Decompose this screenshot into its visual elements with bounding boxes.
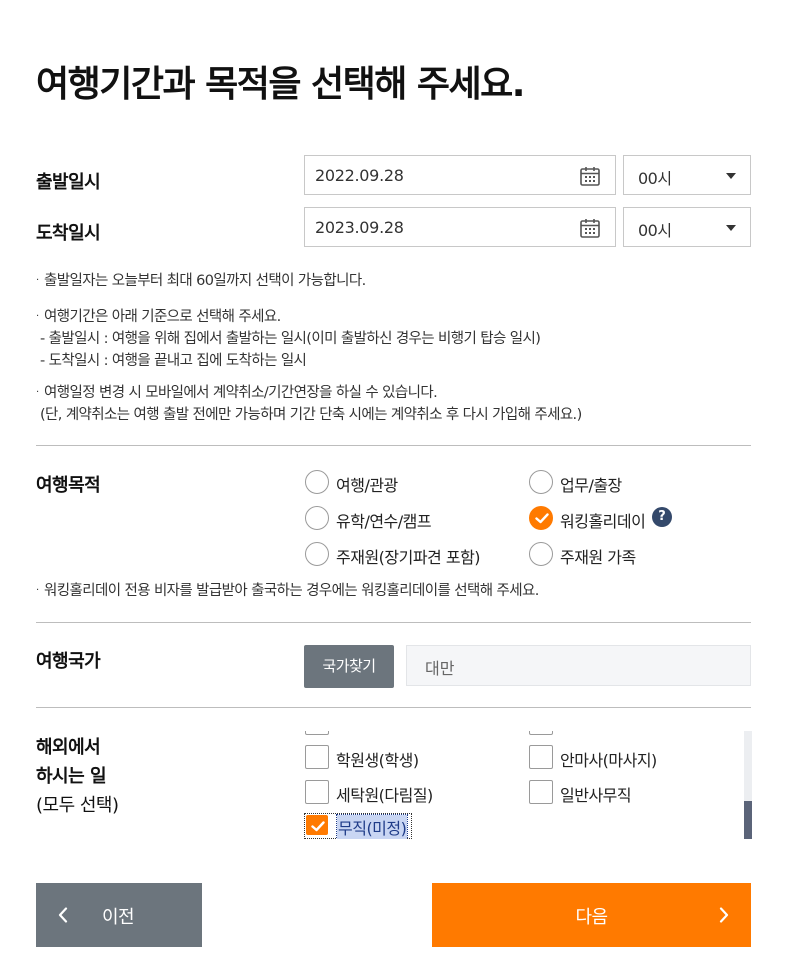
divider [36, 622, 751, 623]
radio-icon [529, 470, 553, 494]
radio-checked-icon [529, 506, 553, 530]
departure-date-value: 2022.09.28 [315, 166, 404, 185]
arrival-hour-value: 00시 [638, 221, 672, 240]
arrival-hour-select[interactable]: 00시 [623, 207, 751, 247]
purpose-label: 여행목적 [36, 475, 101, 496]
radio-icon [305, 470, 329, 494]
next-button[interactable]: 다음 [432, 883, 751, 947]
radio-icon [305, 506, 329, 530]
checkbox-checked-icon [306, 815, 328, 835]
departure-hour-value: 00시 [638, 169, 672, 188]
jobs-label: 해외에서 하시는 일 (모두 선택) [36, 737, 119, 816]
divider [36, 707, 751, 708]
checkbox-icon [305, 745, 329, 769]
question-icon[interactable]: ? [652, 507, 672, 527]
checkbox-icon [305, 780, 329, 804]
calendar-icon[interactable] [579, 217, 601, 239]
country-value: 대만 [425, 659, 455, 678]
radio-icon [305, 542, 329, 566]
job-option-unemployed[interactable]: 무직(미정) [304, 813, 412, 839]
page-title: 여행기간과 목적을 선택해 주세요. [36, 64, 525, 105]
prev-button[interactable]: 이전 [36, 883, 202, 947]
chevron-down-icon [726, 225, 736, 231]
departure-label: 출발일시 [36, 172, 101, 193]
chevron-right-icon [719, 907, 729, 923]
arrival-date-field[interactable]: 2023.09.28 [304, 207, 616, 247]
checkbox-icon [305, 731, 329, 735]
jobs-checkbox-list[interactable]: 학원생(학생) 안마사(마사지) 세탁원(다림질) 일반사무직 무직(미정) [304, 731, 752, 839]
country-label: 여행국가 [36, 651, 101, 672]
departure-date-field[interactable]: 2022.09.28 [304, 155, 616, 195]
note-schedule-change: · 여행일정 변경 시 모바일에서 계약취소/기간연장을 하실 수 있습니다. (… [36, 385, 582, 423]
country-field[interactable]: 대만 [406, 645, 751, 686]
jobs-scrollbar[interactable] [744, 731, 752, 839]
arrival-date-value: 2023.09.28 [315, 218, 404, 237]
note-period-criteria: · 여행기간은 아래 기준으로 선택해 주세요. - 출발일시 : 여행을 위해 … [36, 309, 541, 369]
country-search-button[interactable]: 국가찾기 [304, 645, 394, 688]
radio-icon [529, 542, 553, 566]
divider [36, 445, 751, 446]
chevron-down-icon [726, 173, 736, 179]
chevron-left-icon [58, 907, 68, 923]
checkbox-icon [529, 780, 553, 804]
arrival-label: 도착일시 [36, 223, 101, 244]
note-working-holiday: · 워킹홀리데이 전용 비자를 발급받아 출국하는 경우에는 워킹홀리데이를 선택… [36, 583, 539, 599]
checkbox-icon [529, 745, 553, 769]
checkbox-icon [529, 731, 553, 735]
scrollbar-thumb[interactable] [744, 801, 752, 839]
note-date-range: · 출발일자는 오늘부터 최대 60일까지 선택이 가능합니다. [36, 273, 366, 289]
calendar-icon[interactable] [579, 165, 601, 187]
departure-hour-select[interactable]: 00시 [623, 155, 751, 195]
